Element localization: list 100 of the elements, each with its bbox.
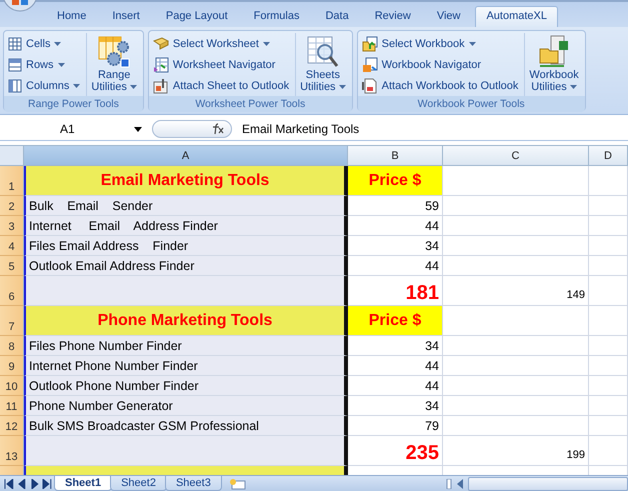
table-cell [589, 356, 628, 376]
column-header[interactable]: C [443, 146, 589, 166]
sheet-tab[interactable]: Sheet1 [54, 476, 112, 491]
grid-icon [8, 36, 22, 50]
table-cell: 235 [348, 436, 443, 466]
table-cell [589, 256, 628, 276]
navigator-icon [362, 56, 378, 72]
insert-sheet-icon[interactable] [228, 478, 246, 490]
ribbon-tab[interactable]: Home [46, 6, 98, 27]
table-cell: Price $ [348, 166, 443, 196]
formula-field[interactable]: Email Marketing Tools [242, 122, 360, 136]
attach-icon [152, 78, 169, 94]
table-cell [589, 236, 628, 256]
row-header[interactable]: 2 [0, 196, 24, 216]
table-cell: Internet Phone Number Finder [24, 356, 348, 376]
group-title: Worksheet Power Tools [148, 96, 352, 112]
table-cell: Files Phone Number Finder [24, 336, 348, 356]
fx-icon [211, 123, 225, 135]
sheet-tab[interactable]: Sheet3 [164, 476, 222, 491]
table-cell: 59 [348, 196, 443, 216]
table-cell: Bulk Email Sender [24, 196, 348, 216]
ribbon-tab[interactable]: Page Layout [154, 6, 239, 27]
scrollbar-thumb[interactable] [468, 476, 628, 490]
table-cell: Email Marketing Tools [24, 166, 348, 196]
ribbon-tab[interactable]: Review [364, 6, 422, 27]
ribbon-tab[interactable]: AutomateXL [475, 6, 558, 27]
table-cell [589, 276, 628, 306]
ribbon-button[interactable]: Attach Sheet to Outlook [150, 75, 292, 96]
ribbon-button[interactable]: Select Worksheet [150, 33, 292, 54]
table-cell [589, 196, 628, 216]
previous-sheet-icon[interactable] [16, 478, 26, 488]
table-cell: 34 [348, 236, 443, 256]
sheet-tab[interactable]: Sheet2 [110, 476, 167, 491]
row-header[interactable]: 4 [0, 236, 24, 256]
row-header[interactable]: 1 [0, 166, 24, 196]
split-handle-icon[interactable] [446, 478, 452, 488]
table-cell: 79 [348, 416, 443, 436]
next-sheet-icon[interactable] [30, 478, 40, 488]
columns-icon [8, 78, 22, 92]
column-header[interactable]: B [348, 146, 443, 166]
table-cell: 44 [348, 356, 443, 376]
table-cell [589, 376, 628, 396]
rows-icon [8, 58, 22, 72]
ribbon-button[interactable]: Sheets Utilities [296, 33, 350, 96]
row-header[interactable]: 13 [0, 436, 24, 466]
group-title: Range Power Tools [4, 96, 143, 112]
navigator-icon [152, 56, 169, 72]
attach-icon [362, 78, 378, 94]
ribbon-tab[interactable]: Insert [101, 6, 151, 27]
table-cell [589, 306, 628, 336]
table-cell: Files Email Address Finder [24, 236, 348, 256]
table-cell [589, 216, 628, 236]
row-header[interactable]: 10 [0, 376, 24, 396]
ribbon-button[interactable]: Select Workbook [360, 33, 520, 54]
ribbon-tab[interactable]: Data [314, 6, 360, 27]
row-header[interactable]: 7 [0, 306, 24, 336]
function-button[interactable] [152, 120, 232, 138]
table-cell: Phone Marketing Tools [24, 306, 348, 336]
ribbon-button[interactable]: Rows [6, 54, 82, 75]
last-sheet-icon[interactable] [42, 478, 52, 488]
table-cell: 199 [443, 436, 589, 466]
table-cell: 34 [348, 396, 443, 416]
ribbon-button[interactable]: Columns [6, 75, 82, 96]
table-cell: 44 [348, 376, 443, 396]
dropdown-icon [134, 126, 142, 132]
ribbon-tab[interactable]: View [426, 6, 472, 27]
table-cell [589, 336, 628, 356]
table-cell: 44 [348, 216, 443, 236]
table-cell: 44 [348, 256, 443, 276]
ribbon-button[interactable]: Workbook Navigator [360, 54, 520, 75]
table-cell [589, 166, 628, 196]
table-cell [589, 416, 628, 436]
table-cell: Outlook Email Address Finder [24, 256, 348, 276]
row-header[interactable]: 9 [0, 356, 24, 376]
folder-icon [362, 36, 378, 52]
ribbon-button[interactable]: Worksheet Navigator [150, 54, 292, 75]
row-header[interactable]: 8 [0, 336, 24, 356]
table-cell: 149 [443, 276, 589, 306]
scroll-left-icon[interactable] [456, 478, 464, 488]
ribbon-button[interactable]: Workbook Utilities [525, 33, 583, 96]
table-cell [589, 396, 628, 416]
row-header[interactable]: 6 [0, 276, 24, 306]
first-sheet-icon[interactable] [4, 478, 14, 488]
row-header[interactable]: 11 [0, 396, 24, 416]
magnifier-icon [306, 35, 340, 69]
row-header[interactable]: 12 [0, 416, 24, 436]
table-cell: Outlook Phone Number Finder [24, 376, 348, 396]
row-header[interactable]: 3 [0, 216, 24, 236]
column-header[interactable]: D [589, 146, 628, 166]
group-title: Workbook Power Tools [358, 96, 585, 112]
table-cell: Phone Number Generator [24, 396, 348, 416]
ribbon-button[interactable]: Cells [6, 33, 82, 54]
column-header[interactable]: A [24, 146, 348, 166]
ribbon-button[interactable]: Attach Workbook to Outlook [360, 75, 520, 96]
ribbon-button[interactable]: Range Utilities [87, 33, 141, 96]
table-cell: Internet Email Address Finder [24, 216, 348, 236]
ribbon-tab[interactable]: Formulas [242, 6, 310, 27]
table-cell: Price $ [348, 306, 443, 336]
row-header[interactable]: 5 [0, 256, 24, 276]
table-cell: Bulk SMS Broadcaster GSM Professional [24, 416, 348, 436]
